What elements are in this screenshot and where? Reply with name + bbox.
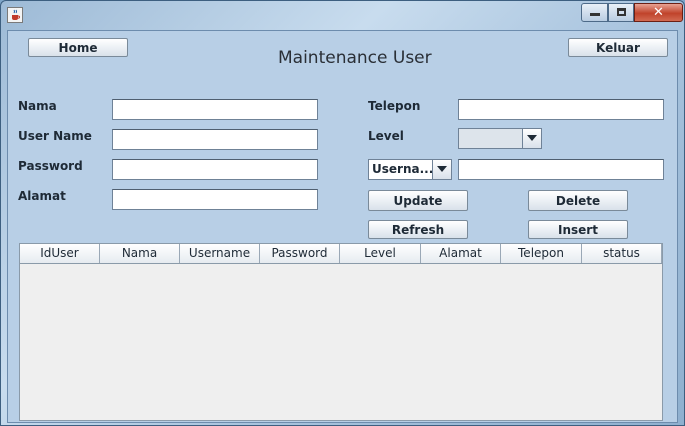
page-title: Maintenance User	[278, 48, 432, 68]
user-table: IdUser Nama Username Password Level Alam…	[19, 243, 663, 421]
refresh-button[interactable]: Refresh	[368, 220, 468, 239]
nama-field[interactable]	[112, 99, 318, 120]
delete-button[interactable]: Delete	[528, 190, 628, 211]
close-button[interactable]: ✕	[634, 3, 683, 22]
column-header-nama[interactable]: Nama	[100, 244, 180, 263]
close-icon: ✕	[653, 5, 664, 20]
application-window: ✕ Home Maintenance User Keluar Nama User…	[0, 0, 685, 426]
column-header-telepon[interactable]: Telepon	[501, 244, 582, 263]
table-header: IdUser Nama Username Password Level Alam…	[20, 244, 662, 264]
insert-button[interactable]: Insert	[528, 220, 628, 239]
column-header-iduser[interactable]: IdUser	[20, 244, 100, 263]
minimize-button[interactable]	[581, 3, 608, 22]
level-label: Level	[368, 129, 404, 143]
minimize-icon	[590, 13, 600, 16]
main-panel: Home Maintenance User Keluar Nama User N…	[7, 30, 678, 423]
column-header-password[interactable]: Password	[260, 244, 340, 263]
maximize-icon	[617, 8, 626, 16]
column-header-username[interactable]: Username	[180, 244, 260, 263]
level-dropdown[interactable]	[458, 128, 542, 149]
chevron-down-icon	[527, 135, 537, 141]
table-body[interactable]	[20, 264, 662, 420]
telepon-label: Telepon	[368, 99, 421, 113]
update-button[interactable]: Update	[368, 190, 468, 211]
maximize-button[interactable]	[608, 3, 634, 22]
search-by-dropdown[interactable]: Userna...	[368, 159, 452, 180]
telepon-field[interactable]	[458, 99, 664, 120]
username-label: User Name	[18, 129, 92, 143]
password-field[interactable]	[112, 159, 318, 180]
column-header-status[interactable]: status	[582, 244, 662, 263]
home-button[interactable]: Home	[28, 38, 128, 57]
title-bar[interactable]: ✕	[1, 1, 684, 29]
column-header-level[interactable]: Level	[340, 244, 421, 263]
search-input[interactable]	[458, 159, 664, 180]
column-header-alamat[interactable]: Alamat	[421, 244, 501, 263]
alamat-field[interactable]	[112, 189, 318, 210]
alamat-label: Alamat	[18, 189, 66, 203]
search-by-dropdown-arrow[interactable]	[432, 160, 451, 179]
username-field[interactable]	[112, 129, 318, 150]
window-controls: ✕	[581, 3, 685, 23]
level-dropdown-arrow[interactable]	[522, 129, 541, 148]
password-label: Password	[18, 159, 83, 173]
chevron-down-icon	[437, 166, 447, 172]
java-cup-icon	[7, 7, 23, 23]
search-by-selected-value: Userna...	[372, 162, 434, 176]
keluar-button[interactable]: Keluar	[568, 38, 668, 57]
nama-label: Nama	[18, 99, 57, 113]
